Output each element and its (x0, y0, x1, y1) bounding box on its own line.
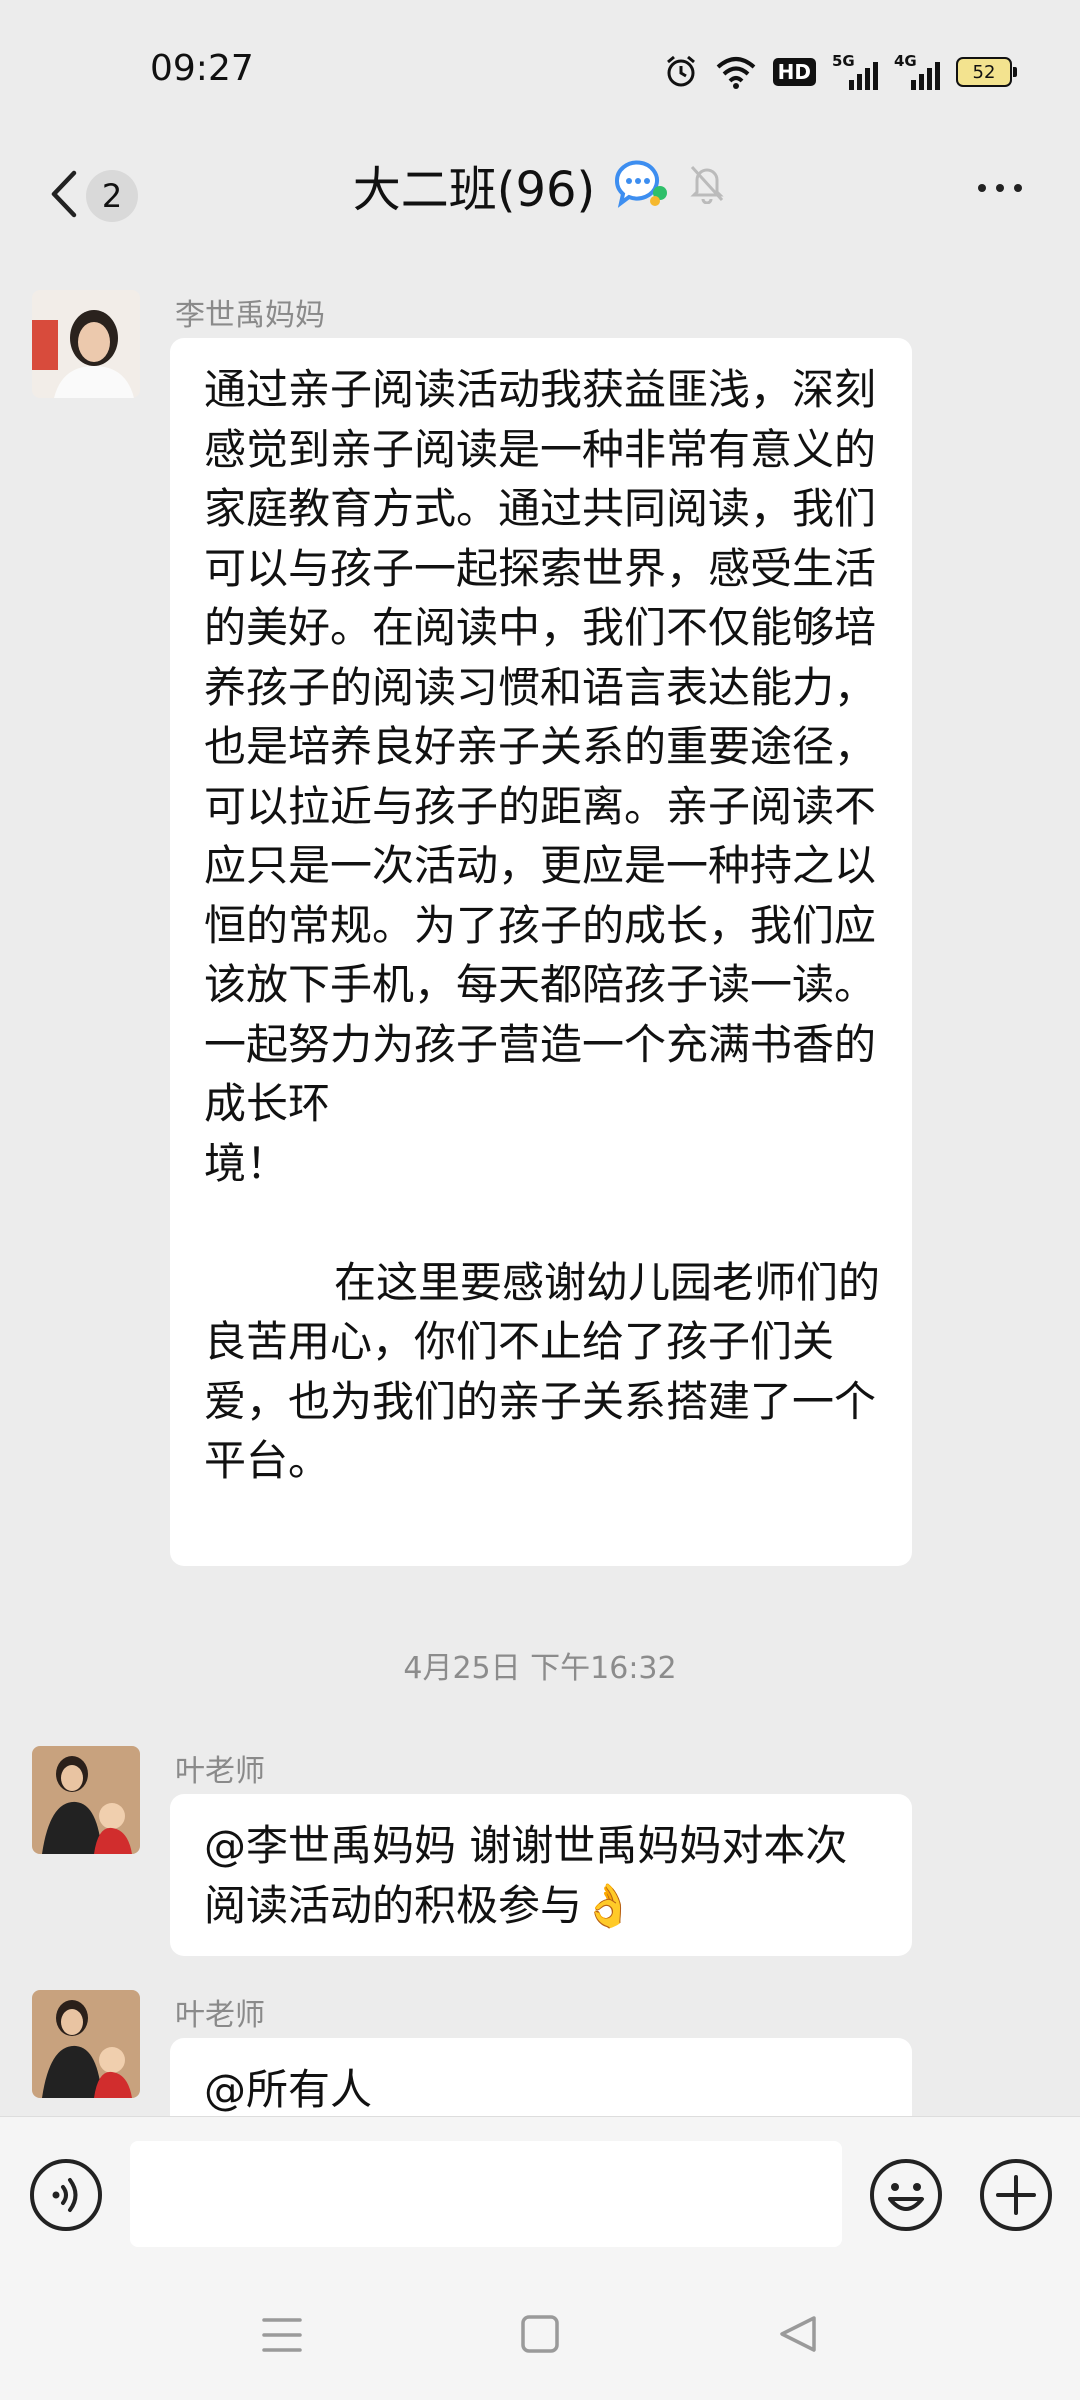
more-options-button[interactable] (978, 184, 1022, 192)
status-time: 09:27 (150, 48, 254, 89)
dot-icon (996, 184, 1004, 192)
avatar-photo-icon (32, 1746, 140, 1854)
message-paragraph: 境！ (204, 1138, 289, 1188)
dot-icon (1014, 184, 1022, 192)
message-input[interactable] (130, 2141, 842, 2247)
system-back-button[interactable] (778, 2314, 818, 2358)
signal-bars-icon (911, 62, 940, 90)
system-navigation-bar (0, 2276, 1080, 2400)
title-wrap: 大二班(96) (0, 150, 1080, 220)
alarm-icon (663, 54, 699, 90)
dot-icon (978, 184, 986, 192)
message-timestamp: 4月25日 下午16:32 (403, 1651, 677, 1686)
signal-bars-icon (849, 62, 878, 90)
message-bubble[interactable]: @李世禹妈妈 谢谢世禹妈妈对本次阅读活动的积极参与👌 (170, 1794, 912, 1956)
emoji-button[interactable] (868, 2157, 944, 2237)
message-bubble[interactable]: 通过亲子阅读活动我获益匪浅，深刻感觉到亲子阅读是一种非常有意义的家庭教育方式。通… (170, 338, 912, 1566)
chat-header: 2 大二班(96) (0, 140, 1080, 248)
avatar[interactable] (32, 290, 140, 398)
signal-4g: 4G (894, 52, 940, 92)
plus-icon (980, 2159, 1052, 2231)
menu-icon (262, 2318, 302, 2352)
status-icons: HD 5G 4G 52 (663, 50, 1017, 94)
sender-name: 李世禹妈妈 (175, 298, 325, 333)
input-bar (0, 2116, 1080, 2277)
group-chat-icon (611, 157, 671, 213)
message-text: @李世禹妈妈 谢谢世禹妈妈对本次阅读活动的积极参与👌 (204, 1821, 848, 1930)
avatar-photo-icon (32, 290, 140, 398)
message-text: @所有人 (204, 2065, 373, 2114)
message-blank-line (204, 1193, 880, 1253)
voice-button[interactable] (28, 2157, 104, 2237)
hd-voice-badge: HD (772, 58, 816, 86)
voice-icon (30, 2159, 102, 2231)
square-icon (521, 2315, 559, 2353)
wifi-icon (715, 55, 757, 89)
plus-button[interactable] (978, 2157, 1054, 2237)
message-paragraph: 通过亲子阅读活动我获益匪浅，深刻感觉到亲子阅读是一种非常有意义的家庭教育方式。通… (204, 365, 877, 1128)
avatar[interactable] (32, 1746, 140, 1854)
message-bubble[interactable]: @所有人 (170, 2038, 912, 2116)
battery-level: 52 (972, 61, 996, 83)
status-bar: 09:27 HD 5G 4G 52 (0, 0, 1080, 140)
chat-message-list[interactable]: 李世禹妈妈 通过亲子阅读活动我获益匪浅，深刻感觉到亲子阅读是一种非常有意义的家庭… (0, 248, 1080, 2116)
chat-title[interactable]: 大二班(96) (353, 150, 596, 220)
sender-name: 叶老师 (175, 1754, 265, 1789)
sender-name: 叶老师 (175, 1998, 265, 2033)
muted-bell-icon (687, 162, 727, 208)
emoji-icon (870, 2159, 942, 2231)
home-button[interactable] (520, 2314, 560, 2358)
avatar[interactable] (32, 1990, 140, 2098)
triangle-back-icon (780, 2316, 816, 2352)
avatar-photo-icon (32, 1990, 140, 2098)
message-paragraph: 在这里要感谢幼儿园老师们的良苦用心，你们不止给了孩子们关爱，也为我们的亲子关系搭… (204, 1257, 881, 1486)
battery-icon: 52 (956, 57, 1017, 87)
recent-apps-button[interactable] (262, 2316, 302, 2358)
signal-5g: 5G (832, 52, 878, 92)
message-paragraph-wrap: 在这里要感谢幼儿园老师们的良苦用心，你们不止给了孩子们关爱，也为我们的亲子关系搭… (204, 1253, 880, 1491)
